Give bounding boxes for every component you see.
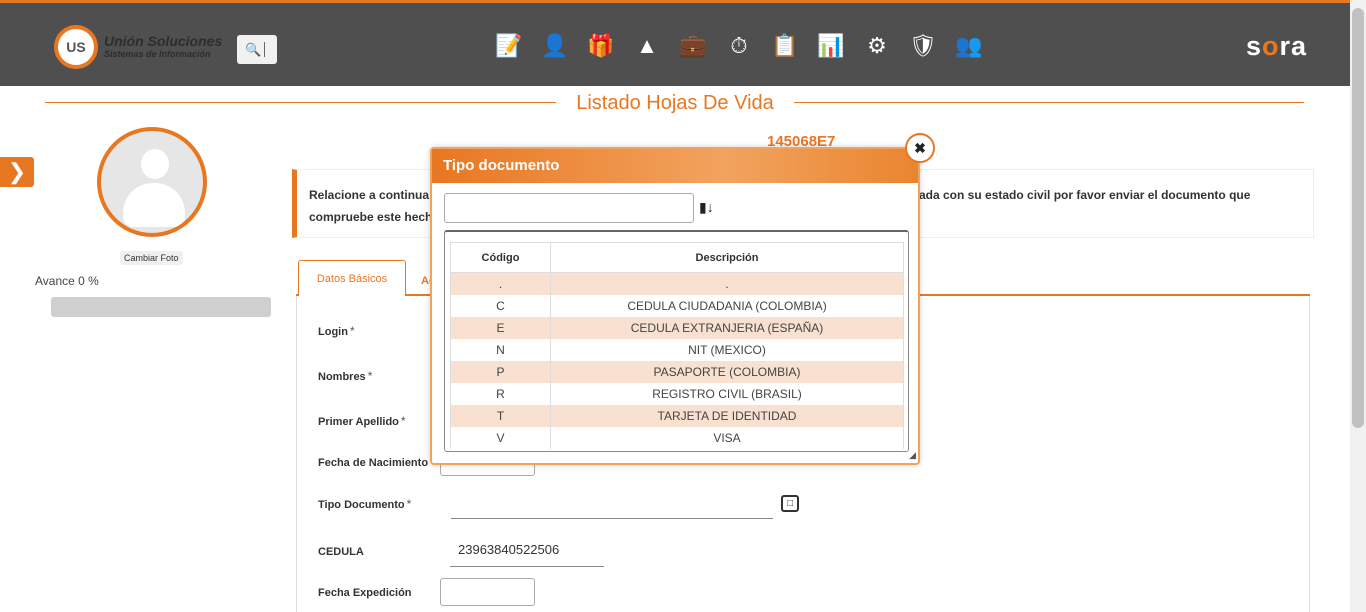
scrollbar-thumb[interactable] <box>1352 8 1364 428</box>
avatar-body-shape <box>123 183 185 227</box>
document-type-table-container: Código Descripción .. C CEDULA CIUDADANIA… <box>444 230 909 452</box>
change-photo-button[interactable]: Cambiar Foto <box>120 251 183 265</box>
search-icon: 🔍 <box>245 41 262 57</box>
table-row[interactable]: V VISA <box>450 426 904 449</box>
avatar <box>97 127 207 237</box>
nombres-label: Nombres * <box>318 369 373 383</box>
table-row[interactable]: N NIT (MEXICO) <box>450 338 904 361</box>
table-row[interactable]: P PASAPORTE (COLOMBIA) <box>450 360 904 383</box>
timer-icon[interactable]: ⏱ <box>716 31 762 61</box>
sara-brand-logo: sora <box>1246 31 1308 61</box>
progress-label: Avance 0 % <box>35 274 99 288</box>
header-search-button[interactable]: 🔍 <box>237 35 277 64</box>
info-text-left: Relacione a continua <box>309 188 430 202</box>
table-row[interactable]: E CEDULA EXTRANJERIA (ESPAÑA) <box>450 316 904 339</box>
chevron-right-icon: ❯ <box>7 159 27 184</box>
fecha-expedicion-input[interactable] <box>440 578 535 606</box>
gears-icon[interactable]: ⚙ <box>854 31 900 61</box>
sidebar-toggle-button[interactable]: ❯ <box>0 157 34 187</box>
cedula-input[interactable]: 23963840522506 <box>450 542 604 567</box>
form-list-icon[interactable]: 📋 <box>762 31 808 61</box>
primer-apellido-label: Primer Apellido * <box>318 414 406 428</box>
table-row[interactable]: C CEDULA CIUDADANIA (COLOMBIA) <box>450 294 904 317</box>
column-header-codigo[interactable]: Código <box>450 242 551 273</box>
company-name: Unión Soluciones Sistemas de Información <box>104 33 222 59</box>
tipo-documento-input[interactable] <box>451 497 773 519</box>
page-scrollbar[interactable] <box>1350 0 1366 612</box>
logo-mark: US <box>66 39 86 55</box>
table-row[interactable]: R REGISTRO CIVIL (BRASIL) <box>450 382 904 405</box>
clear-filter-icon[interactable]: ▮↓ <box>699 199 714 216</box>
document-edit-icon[interactable]: 📝 <box>486 31 532 61</box>
top-header-bar: US Unión Soluciones Sistemas de Informac… <box>0 0 1350 86</box>
presentation-icon[interactable]: 📊 <box>808 31 854 61</box>
column-header-descripcion[interactable]: Descripción <box>550 242 904 273</box>
dialog-title[interactable]: Tipo documento <box>432 149 918 183</box>
tab-datos-basicos[interactable]: Datos Básicos <box>298 260 406 296</box>
cedula-label: CEDULA <box>318 546 364 558</box>
tipo-documento-label: Tipo Documento * <box>318 497 412 511</box>
login-label: Login * <box>318 324 355 338</box>
people-search-icon[interactable]: 👥 <box>946 31 992 61</box>
page-title: Listado Hojas De Vida <box>576 92 774 114</box>
table-row[interactable]: .. <box>450 272 904 295</box>
lookup-icon[interactable]: □ <box>781 495 799 512</box>
resize-handle-icon[interactable]: ◢ <box>909 450 916 461</box>
fecha-nacimiento-label: Fecha de Nacimiento <box>318 457 429 469</box>
person-key-icon[interactable]: 👤 <box>532 31 578 61</box>
progress-bar <box>51 297 271 317</box>
document-type-table: Código Descripción .. C CEDULA CIUDADANIA… <box>450 242 904 449</box>
avatar-head-shape <box>141 149 169 179</box>
tipo-documento-dialog: Tipo documento ▮↓ Código Descripción .. … <box>430 147 920 465</box>
close-icon[interactable]: ✖ <box>905 133 935 163</box>
gift-icon[interactable]: 🎁 <box>578 31 624 61</box>
profile-card-icon[interactable]: 💼 <box>670 31 716 61</box>
module-nav: 📝 👤 🎁 ▲ 💼 ⏱ 📋 📊 ⚙ 🛡 👥 <box>486 31 992 61</box>
info-text-right: ada con su estado civil por favor enviar… <box>919 188 1251 202</box>
company-logo[interactable]: US <box>54 25 98 69</box>
table-row[interactable]: T TARJETA DE IDENTIDAD <box>450 404 904 427</box>
org-chart-icon[interactable]: ▲ <box>624 31 670 61</box>
logo-title: Unión Soluciones <box>104 33 223 49</box>
fecha-expedicion-label: Fecha Expedición <box>318 587 412 599</box>
medical-shield-icon[interactable]: 🛡 <box>900 31 946 61</box>
logo-subtitle: Sistemas de Información <box>104 49 211 59</box>
dialog-search-input[interactable] <box>444 193 694 223</box>
